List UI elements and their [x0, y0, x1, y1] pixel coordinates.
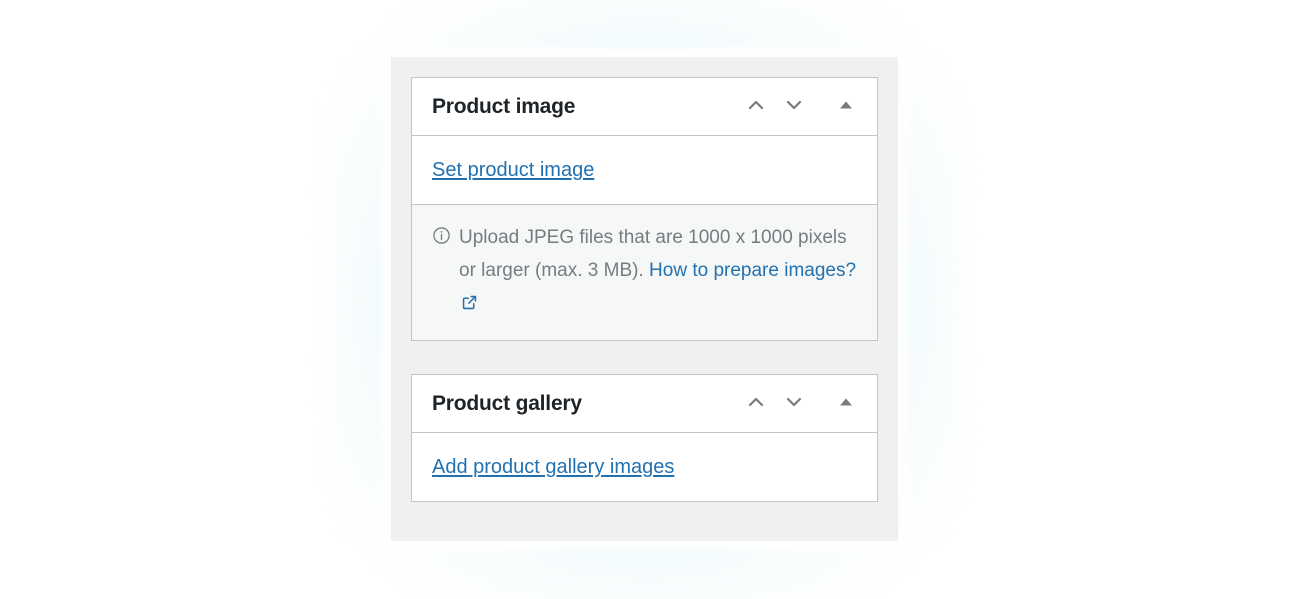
move-panel-down-button[interactable]	[775, 88, 813, 126]
triangle-up-icon	[836, 95, 856, 118]
postbox-title: Product gallery	[432, 391, 582, 415]
postbox-product-gallery: Product gallery Add product gallery imag…	[411, 374, 878, 502]
upload-requirements-notice: Upload JPEG files that are 1000 x 1000 p…	[412, 204, 877, 340]
move-panel-up-button[interactable]	[737, 385, 775, 423]
postbox-header-product-image: Product image	[412, 78, 877, 136]
add-product-gallery-images-link[interactable]: Add product gallery images	[432, 456, 674, 478]
postbox-actions	[737, 385, 865, 423]
move-panel-down-button[interactable]	[775, 385, 813, 423]
postbox-actions	[737, 88, 865, 126]
postbox-product-image: Product image Set product image Upload J…	[411, 77, 878, 341]
chevron-up-icon	[744, 93, 768, 120]
chevron-down-icon	[782, 93, 806, 120]
metabox-column: Product image Set product image Upload J…	[391, 57, 898, 541]
postbox-body-product-image: Set product image	[412, 136, 877, 204]
chevron-up-icon	[744, 390, 768, 417]
toggle-panel-button[interactable]	[827, 385, 865, 423]
move-panel-up-button[interactable]	[737, 88, 775, 126]
postbox-title: Product image	[432, 94, 576, 118]
how-to-prepare-images-link[interactable]: How to prepare images?	[649, 260, 856, 281]
toggle-panel-button[interactable]	[827, 88, 865, 126]
postbox-header-product-gallery: Product gallery	[412, 375, 877, 433]
notice-text: Upload JPEG files that are 1000 x 1000 p…	[459, 221, 857, 322]
set-product-image-link[interactable]: Set product image	[432, 159, 594, 181]
postbox-body-product-gallery: Add product gallery images	[412, 433, 877, 501]
external-link-icon	[461, 289, 478, 322]
triangle-up-icon	[836, 392, 856, 415]
info-icon	[432, 226, 451, 250]
chevron-down-icon	[782, 390, 806, 417]
notice-row: Upload JPEG files that are 1000 x 1000 p…	[432, 221, 857, 322]
